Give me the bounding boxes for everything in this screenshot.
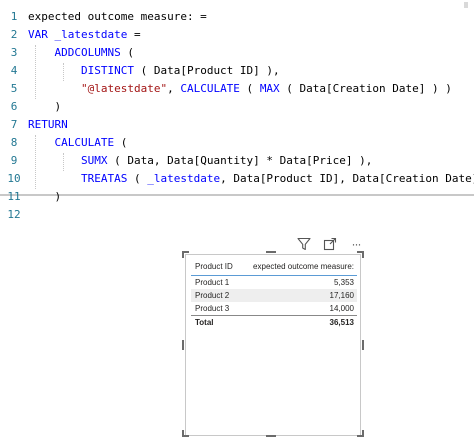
cell-value: 14,000 (329, 304, 354, 313)
resize-handle-bottom[interactable] (266, 435, 276, 437)
resize-handle-top-left[interactable] (182, 251, 184, 258)
more-options-glyph: ··· (351, 237, 362, 251)
more-options-icon[interactable]: ··· (348, 236, 364, 252)
total-value: 36,513 (329, 318, 354, 327)
cell-product: Product 2 (195, 291, 230, 300)
editor-scroll-marker (464, 2, 468, 8)
dax-formula-editor[interactable]: 1 expected outcome measure: = 2 VAR _latest… (0, 0, 474, 221)
resize-handle-left[interactable] (182, 340, 184, 350)
column-header-product-id[interactable]: Product ID (191, 259, 249, 275)
code-token: , (167, 82, 181, 95)
code-line[interactable]: 6 ) (0, 98, 61, 116)
code-token: ) (28, 100, 62, 113)
table-row[interactable]: Product 1 5,353 (191, 276, 357, 289)
visual-header: ··· (296, 235, 364, 253)
code-line[interactable]: 9 SUMX ( Data, Data[Quantity] * Data[Pri… (0, 152, 373, 170)
table: Product ID expected outcome measure: Pro… (191, 259, 357, 330)
code-line[interactable]: 3 ADDCOLUMNS ( (0, 44, 134, 62)
code-token: SUMX (28, 154, 108, 167)
cell-product: Product 3 (195, 304, 230, 313)
code-token: ( (239, 82, 260, 95)
code-token: ( Data[Product ID] ), (133, 64, 280, 77)
resize-handle-top[interactable] (266, 251, 276, 253)
column-header-measure[interactable]: expected outcome measure: (249, 259, 357, 275)
line-number: 4 (10, 64, 18, 77)
line-number: 9 (10, 154, 18, 167)
indent-guide (35, 135, 36, 189)
code-line[interactable]: 5 "@latestdate", CALCULATE ( MAX ( Data[… (0, 80, 452, 98)
resize-handle-right[interactable] (362, 340, 364, 350)
code-line[interactable]: 1 expected outcome measure: = (0, 8, 207, 26)
code-token: ( (114, 136, 128, 149)
code-token: , Data[Product ID], Data[Creation Date] … (220, 172, 474, 185)
code-token: _latestdate (54, 28, 128, 41)
table-header-row: Product ID expected outcome measure: (191, 259, 357, 276)
indent-guide (35, 45, 36, 99)
code-line[interactable]: 7 RETURN (0, 116, 68, 134)
code-token: TREATAS (28, 172, 128, 185)
code-token: ( (127, 172, 148, 185)
total-label: Total (195, 318, 214, 327)
line-number: 8 (10, 136, 18, 149)
code-token: CALCULATE (28, 136, 115, 149)
code-token: CALCULATE (180, 82, 240, 95)
line-number: 6 (10, 100, 18, 113)
code-token: _latestdate (147, 172, 221, 185)
code-token: ( Data, Data[Quantity] * Data[Price] ), (107, 154, 373, 167)
cell-product: Product 1 (195, 278, 230, 287)
code-line[interactable]: 8 CALCULATE ( (0, 134, 128, 152)
code-token: MAX (259, 82, 280, 95)
code-token: expected outcome measure: = (28, 10, 207, 23)
code-line[interactable]: 4 DISTINCT ( Data[Product ID] ), (0, 62, 280, 80)
line-number: 5 (10, 82, 18, 95)
line-number: 12 (7, 208, 21, 221)
table-row[interactable]: Product 3 14,000 (191, 302, 357, 315)
line-number: 1 (10, 10, 18, 23)
table-visual[interactable]: Product ID expected outcome measure: Pro… (185, 254, 361, 436)
line-number: 10 (7, 172, 21, 185)
code-token: DISTINCT (28, 64, 134, 77)
indent-guide (63, 153, 64, 171)
code-line[interactable]: 11 ) (0, 188, 61, 206)
code-token: ( Data[Creation Date] ) ) (279, 82, 452, 95)
code-line[interactable]: 10 TREATAS ( _latestdate, Data[Product I… (0, 170, 474, 188)
table-row[interactable]: Product 2 17,160 (191, 289, 357, 302)
line-number: 2 (10, 28, 18, 41)
code-token: ADDCOLUMNS (28, 46, 121, 59)
focus-mode-icon[interactable] (322, 236, 338, 252)
indent-guide (63, 63, 64, 81)
code-token: "@latestdate" (80, 82, 168, 95)
table-total-row: Total 36,513 (191, 315, 357, 330)
line-number: 3 (10, 46, 18, 59)
resize-handle-bottom-right[interactable] (357, 435, 364, 437)
cell-value: 17,160 (329, 291, 354, 300)
line-number: 7 (10, 118, 18, 131)
resize-handle-top-right[interactable] (362, 251, 364, 258)
code-token: VAR (28, 28, 55, 41)
filter-icon[interactable] (296, 236, 312, 252)
resize-handle-bottom-left[interactable] (182, 435, 189, 437)
code-token: ( (120, 46, 134, 59)
code-line[interactable]: 2 VAR _latestdate = (0, 26, 141, 44)
code-line[interactable]: 12 (0, 206, 28, 224)
code-token: = (127, 28, 141, 41)
line-number: 11 (7, 190, 21, 203)
code-token: ) (28, 190, 62, 203)
code-token: RETURN (28, 118, 68, 131)
cell-value: 5,353 (333, 278, 354, 287)
